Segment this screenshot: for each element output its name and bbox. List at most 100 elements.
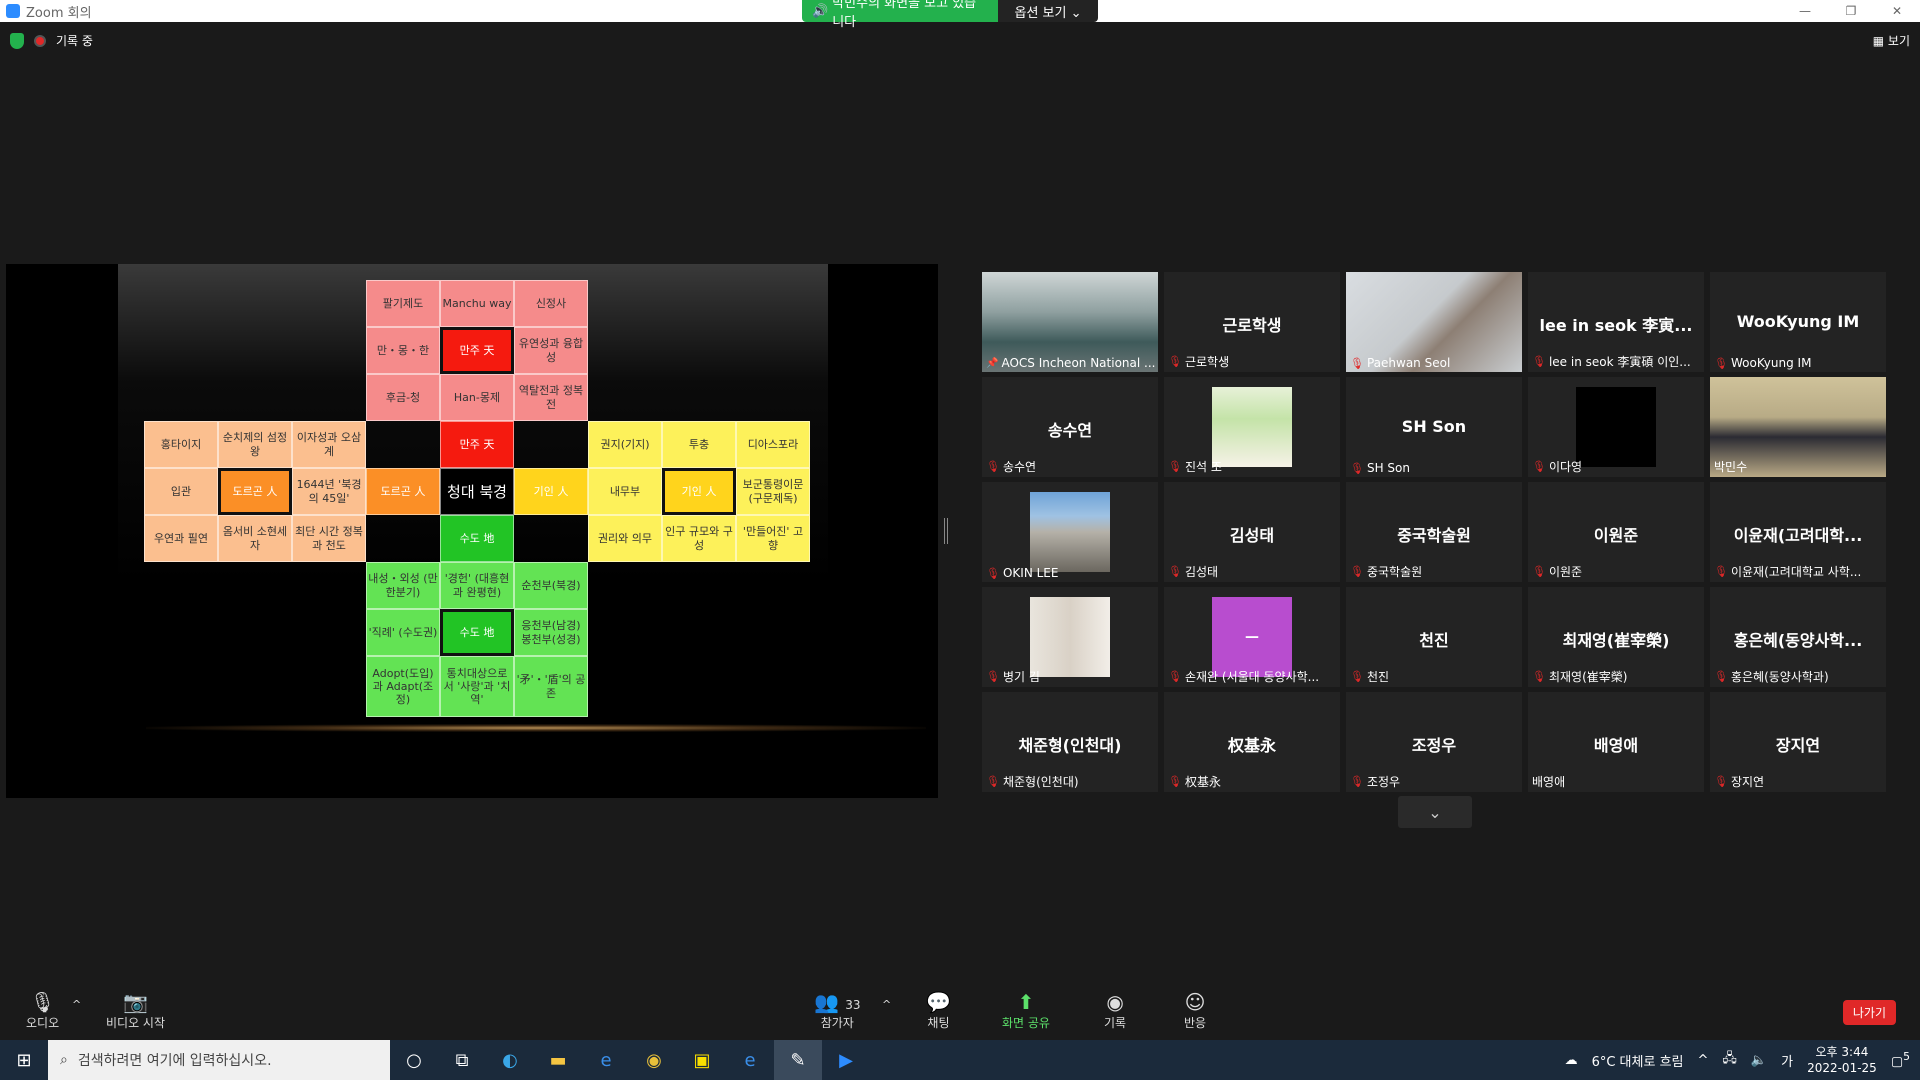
participant-tile[interactable]: — 🎙 손재완 (서울대 동양사학... [1164, 587, 1340, 687]
participant-name-label: 🎙 천진 [1350, 668, 1389, 685]
chat-label: 채팅 [927, 1016, 950, 1030]
participant-tile[interactable]: lee in seok 李寅... 🎙 lee in seok 李寅碩 이인... [1528, 272, 1704, 372]
mic-muted-icon: 🎙 [986, 566, 1000, 580]
participant-tile[interactable]: 박민수 [1710, 377, 1886, 477]
participant-tile[interactable]: 천진 🎙 천진 [1346, 587, 1522, 687]
slide-cell: 신정사 [514, 280, 588, 327]
participant-tile[interactable]: SH Son 🎙 SH Son [1346, 377, 1522, 477]
participant-name-label: 🎙 SH Son [1350, 461, 1410, 475]
volume-icon[interactable]: 🔈 [1751, 1053, 1767, 1068]
participant-display-name: WooKyung IM [1736, 312, 1860, 331]
paint-icon[interactable]: ✎ [774, 1040, 822, 1080]
search-icon: ⌕ [60, 1052, 68, 1068]
participant-tile[interactable]: 배영애 배영애 [1528, 692, 1704, 792]
start-video-button[interactable]: 📷 비디오 시작 [106, 990, 165, 1031]
file-explorer-icon[interactable]: ▬ [534, 1040, 582, 1080]
participant-name-label: 🎙 홍은혜(동양사학과) [1714, 668, 1829, 685]
chat-button[interactable]: 💬 채팅 [926, 990, 951, 1031]
share-screen-icon: ⬆ [1017, 990, 1035, 1014]
next-page-button[interactable]: ⌄ [1398, 796, 1472, 828]
slide-cell: 청대 북경 [440, 468, 514, 515]
reactions-label: 반응 [1184, 1016, 1207, 1030]
slide-cell: 투충 [662, 421, 736, 468]
participant-tile[interactable]: 중국학술원 🎙 중국학술원 [1346, 482, 1522, 582]
gallery-view-button[interactable]: ▦ 보기 [1873, 32, 1910, 49]
participant-display-name: 최재영(崔宰榮) [1562, 631, 1670, 650]
zoom-taskbar-icon[interactable]: ▶ [822, 1040, 870, 1080]
ie-icon-2[interactable]: e [726, 1040, 774, 1080]
record-button[interactable]: ◉ 기록 [1104, 990, 1126, 1031]
view-options-button[interactable]: 옵션 보기 ⌄ [998, 0, 1098, 22]
chrome-icon[interactable]: ◉ [630, 1040, 678, 1080]
participant-tile[interactable]: 근로학생 🎙 근로학생 [1164, 272, 1340, 372]
participant-tile[interactable]: 홍은혜(동양사학... 🎙 홍은혜(동양사학과) [1710, 587, 1886, 687]
participant-tile[interactable]: 🎙 이다영 [1528, 377, 1704, 477]
participant-tile[interactable]: 최재영(崔宰榮) 🎙 최재영(崔宰榮) [1528, 587, 1704, 687]
clock-time: 오후 3:44 [1815, 1045, 1869, 1059]
minimize-button[interactable]: — [1782, 0, 1828, 22]
participant-tile[interactable]: 🎙 Paehwan Seol [1346, 272, 1522, 372]
share-screen-button[interactable]: ⬆ 화면 공유 [1002, 990, 1050, 1031]
mic-muted-icon: 🎙 [1168, 775, 1182, 788]
tray-chevron-icon[interactable]: ^ [1698, 1053, 1709, 1068]
participants-button[interactable]: 👥 33 참가자 [814, 990, 861, 1031]
slide-cell: '만들어진' 고향 [736, 515, 810, 562]
participant-tile[interactable]: 조정우 🎙 조정우 [1346, 692, 1522, 792]
avatar-initial: — [1245, 629, 1259, 645]
audio-options-caret[interactable]: ^ [72, 998, 81, 1011]
panel-resize-handle[interactable] [944, 518, 948, 544]
mic-muted-icon: 🎙 [1350, 775, 1364, 788]
participant-tile[interactable]: 🎙 병기 김 [982, 587, 1158, 687]
slide-cell: 기인 人 [514, 468, 588, 515]
close-button[interactable]: ✕ [1874, 0, 1920, 22]
participant-name-label: 🎙 근로학생 [1168, 353, 1229, 370]
slide-cell: Han-몽제 [440, 374, 514, 421]
participant-tile[interactable]: 🎙 진석 조 [1164, 377, 1340, 477]
participant-name-label: 🎙 진석 조 [1168, 458, 1222, 475]
weather-text[interactable]: 6°C 대체로 흐림 [1592, 1051, 1684, 1070]
participant-tile[interactable]: 이원준 🎙 이원준 [1528, 482, 1704, 582]
ime-indicator[interactable]: 가 [1781, 1051, 1793, 1070]
restore-button[interactable]: ❐ [1828, 0, 1874, 22]
participant-tile[interactable]: 📌 AOCS Incheon National ... [982, 272, 1158, 372]
audio-button[interactable]: 🎙 오디오 [26, 990, 59, 1031]
security-shield-icon[interactable] [10, 32, 24, 49]
participant-tile[interactable]: 송수연 🎙 송수연 [982, 377, 1158, 477]
edge-icon[interactable]: ◐ [486, 1040, 534, 1080]
participant-tile[interactable]: 장지연 🎙 장지연 [1710, 692, 1886, 792]
participants-options-caret[interactable]: ^ [882, 998, 891, 1011]
participant-tile[interactable]: 🎙 OKIN LEE [982, 482, 1158, 582]
participant-name: lee in seok 李寅碩 이인... [1548, 355, 1691, 369]
kakaotalk-icon[interactable]: ▣ [678, 1040, 726, 1080]
window-controls: — ❐ ✕ [1782, 0, 1920, 22]
reactions-button[interactable]: ☺ 반응 [1184, 990, 1206, 1031]
ie-icon[interactable]: e [582, 1040, 630, 1080]
participant-name-label: 🎙 lee in seok 李寅碩 이인... [1532, 353, 1691, 370]
participant-name: 김성태 [1184, 565, 1219, 579]
slide-cell: 1644년 '북경의 45일' [292, 468, 366, 515]
task-view-icon[interactable]: ⧉ [438, 1040, 486, 1080]
participant-tile[interactable]: WooKyung IM 🎙 WooKyung IM [1710, 272, 1886, 372]
network-icon[interactable]: 🖧 [1722, 1049, 1737, 1071]
participant-tile[interactable]: 채준형(인천대) 🎙 채준형(인천대) [982, 692, 1158, 792]
slide-cell: 만주 天 [440, 421, 514, 468]
slide-cell: 내무부 [588, 468, 662, 515]
window-title: Zoom 회의 [26, 5, 92, 21]
notification-icon[interactable]: ▢5 [1891, 1050, 1910, 1069]
cortana-icon[interactable]: ○ [390, 1040, 438, 1080]
slide-cell: '矛'・'盾'의 공존 [514, 656, 588, 718]
notification-count: 5 [1903, 1050, 1910, 1064]
taskbar-search[interactable]: ⌕ 검색하려면 여기에 입력하십시오. [48, 1040, 390, 1080]
mic-muted-icon: 🎙 [1168, 565, 1182, 578]
windows-start-icon[interactable]: ⊞ [0, 1040, 48, 1080]
slide-cell: 수도 地 [440, 609, 514, 656]
mic-muted-icon: 🎙 [1714, 565, 1728, 578]
leave-button[interactable]: 나가기 [1842, 1000, 1896, 1025]
mic-muted-icon: 🎙 [1532, 460, 1546, 473]
participant-tile[interactable]: 김성태 🎙 김성태 [1164, 482, 1340, 582]
participant-tile[interactable]: 이윤재(고려대학... 🎙 이윤재(고려대학교 사학... [1710, 482, 1886, 582]
participant-name-label: 🎙 이윤재(고려대학교 사학... [1714, 563, 1861, 580]
participant-tile[interactable]: 权基永 🎙 权基永 [1164, 692, 1340, 792]
clock[interactable]: 오후 3:44 2022-01-25 [1807, 1044, 1877, 1076]
participant-display-name: 중국학술원 [1397, 526, 1471, 545]
